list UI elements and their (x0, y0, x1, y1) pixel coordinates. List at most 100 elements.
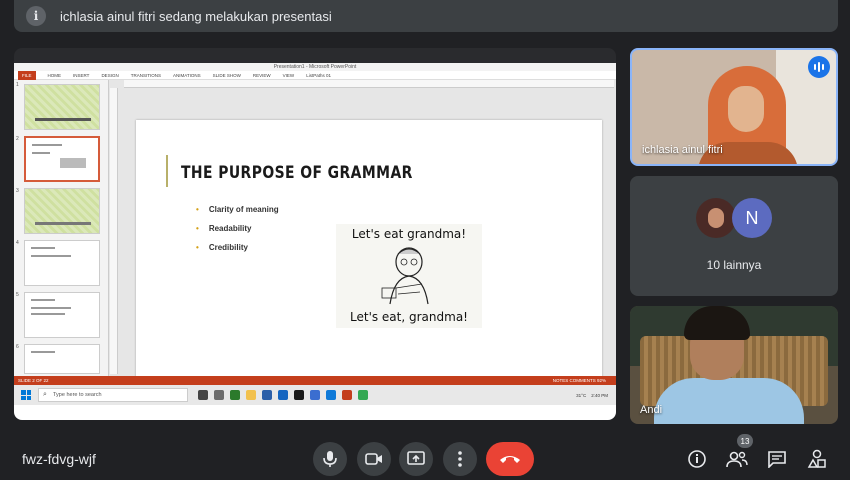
ribbon-tab-design: DESIGN (101, 72, 119, 78)
presenter-video-tile[interactable]: ichlasia ainul fitri (630, 48, 838, 166)
meeting-controls: fwz-fdvg-wjf (0, 432, 850, 480)
thumb-line (32, 144, 62, 146)
app-icon (230, 390, 240, 400)
bullet-item: • Credibility (196, 243, 279, 252)
ribbon-tab-view: VIEW (282, 72, 295, 78)
thumb-line (31, 299, 55, 301)
presentation-view[interactable]: Presentation1 - Microsoft PowerPoint FIL… (14, 48, 616, 420)
participant-video-tile[interactable]: Andi (630, 306, 838, 424)
chat-icon (768, 451, 786, 468)
app-icon (294, 390, 304, 400)
folder-icon (246, 390, 256, 400)
app-icon (262, 390, 272, 400)
more-vert-icon (458, 451, 462, 467)
info-outline-icon (688, 450, 706, 468)
status-right: NOTES COMMENTS 92% (552, 378, 606, 383)
bullet-item: • Readability (196, 224, 279, 233)
bullet-icon: • (196, 224, 199, 233)
thumb-number: 5 (16, 292, 19, 298)
presenting-message: ichlasia ainul fitri sedang melakukan pr… (60, 8, 332, 24)
grandma-meme-image: Let's eat grandma! Let's eat, grandma! (336, 224, 482, 328)
chrome-icon (358, 390, 368, 400)
edge-icon (326, 390, 336, 400)
thumb-caption (35, 118, 91, 121)
chat-button[interactable] (766, 448, 788, 470)
slide-thumbnail (24, 344, 100, 374)
participant-name: Andi (640, 404, 663, 416)
ribbon-tab-animations: ANIMATIONS (172, 72, 201, 78)
thumb-number: 4 (16, 240, 19, 246)
thumb-caption (35, 222, 91, 225)
meme-top-text: Let's eat grandma! (351, 227, 467, 241)
windows-start-icon (18, 387, 34, 403)
bullet-icon: • (196, 205, 199, 214)
tray-temperature: 31°C (576, 392, 587, 398)
app-icon (214, 390, 224, 400)
task-view-icon (198, 390, 208, 400)
thumb-number: 2 (16, 136, 19, 142)
camera-button[interactable] (357, 442, 391, 476)
thumb-number: 1 (16, 82, 19, 88)
avatar (696, 198, 736, 238)
ribbon-tab-file: FILE (18, 70, 36, 80)
audio-level-icon (808, 56, 830, 78)
ribbon-tab-slideshow: SLIDE SHOW (212, 72, 241, 78)
end-call-button[interactable] (486, 442, 534, 476)
title-accent-bar (166, 155, 168, 187)
thumb-line (32, 152, 50, 154)
bullet-text: Clarity of meaning (208, 205, 279, 214)
activities-button[interactable] (806, 448, 828, 470)
slide-counter: SLIDE 2 OF 22 (18, 378, 49, 383)
video-body (654, 378, 804, 424)
bullet-item: • Clarity of meaning (196, 205, 279, 214)
slide-thumbnail (24, 292, 100, 338)
hang-up-icon (500, 456, 520, 463)
more-options-button[interactable] (443, 442, 477, 476)
ppt-ribbon: FILE HOME INSERT DESIGN TRANSITIONS ANIM… (14, 70, 616, 80)
horizontal-ruler (124, 80, 614, 88)
app-icon (310, 390, 320, 400)
thumb-line (31, 255, 71, 257)
meme-bottom-text: Let's eat, grandma! (350, 310, 468, 324)
thumb-line (31, 307, 71, 309)
thumb-image (60, 158, 86, 168)
meeting-code: fwz-fdvg-wjf (22, 451, 96, 467)
slide-thumbnail (24, 240, 100, 286)
activities-icon (807, 449, 826, 468)
mail-icon (278, 390, 288, 400)
people-count-badge: 13 (737, 434, 753, 448)
others-tile[interactable]: N 10 lainnya (630, 176, 838, 296)
grandma-illustration (381, 247, 429, 305)
thumb-line (31, 247, 55, 249)
slide-title: THE PURPOSE OF GRAMMAR (181, 163, 413, 183)
bullet-text: Credibility (208, 243, 248, 252)
thumb-number: 6 (16, 344, 19, 350)
powerpoint-window: Presentation1 - Microsoft PowerPoint FIL… (14, 63, 616, 420)
meeting-details-button[interactable] (686, 448, 708, 470)
camera-icon (365, 453, 382, 465)
ribbon-tab-transitions: TRANSITIONS (130, 72, 161, 78)
others-count-label: 10 lainnya (706, 258, 762, 272)
ribbon-tab-insert: INSERT (73, 72, 90, 78)
people-icon (726, 451, 748, 468)
tray-clock: 2:40 PM (591, 392, 608, 398)
ribbon-tab-review: REVIEW (252, 72, 271, 78)
ppt-workspace: 1 2 3 4 5 6 THE PURPOSE OF GRAMMAR • Cla… (14, 80, 616, 388)
avatar-letter: N (732, 198, 772, 238)
people-button[interactable] (726, 448, 748, 470)
ppt-status-bar: SLIDE 2 OF 22 NOTES COMMENTS 92% (14, 376, 616, 385)
slide-thumbnail (24, 84, 100, 130)
microphone-button[interactable] (313, 442, 347, 476)
presenting-banner: i ichlasia ainul fitri sedang melakukan … (14, 0, 838, 32)
vertical-ruler (110, 88, 118, 374)
current-slide: THE PURPOSE OF GRAMMAR • Clarity of meani… (136, 120, 602, 388)
thumb-line (31, 351, 55, 353)
slide-thumbnails: 1 2 3 4 5 6 (14, 80, 109, 376)
present-screen-button[interactable] (399, 442, 433, 476)
powerpoint-icon (342, 390, 352, 400)
video-face (728, 86, 764, 132)
bullet-list: • Clarity of meaning • Readability • Credib… (196, 205, 279, 262)
present-icon (407, 451, 425, 465)
microphone-icon (323, 451, 337, 467)
taskbar-apps (198, 390, 368, 400)
